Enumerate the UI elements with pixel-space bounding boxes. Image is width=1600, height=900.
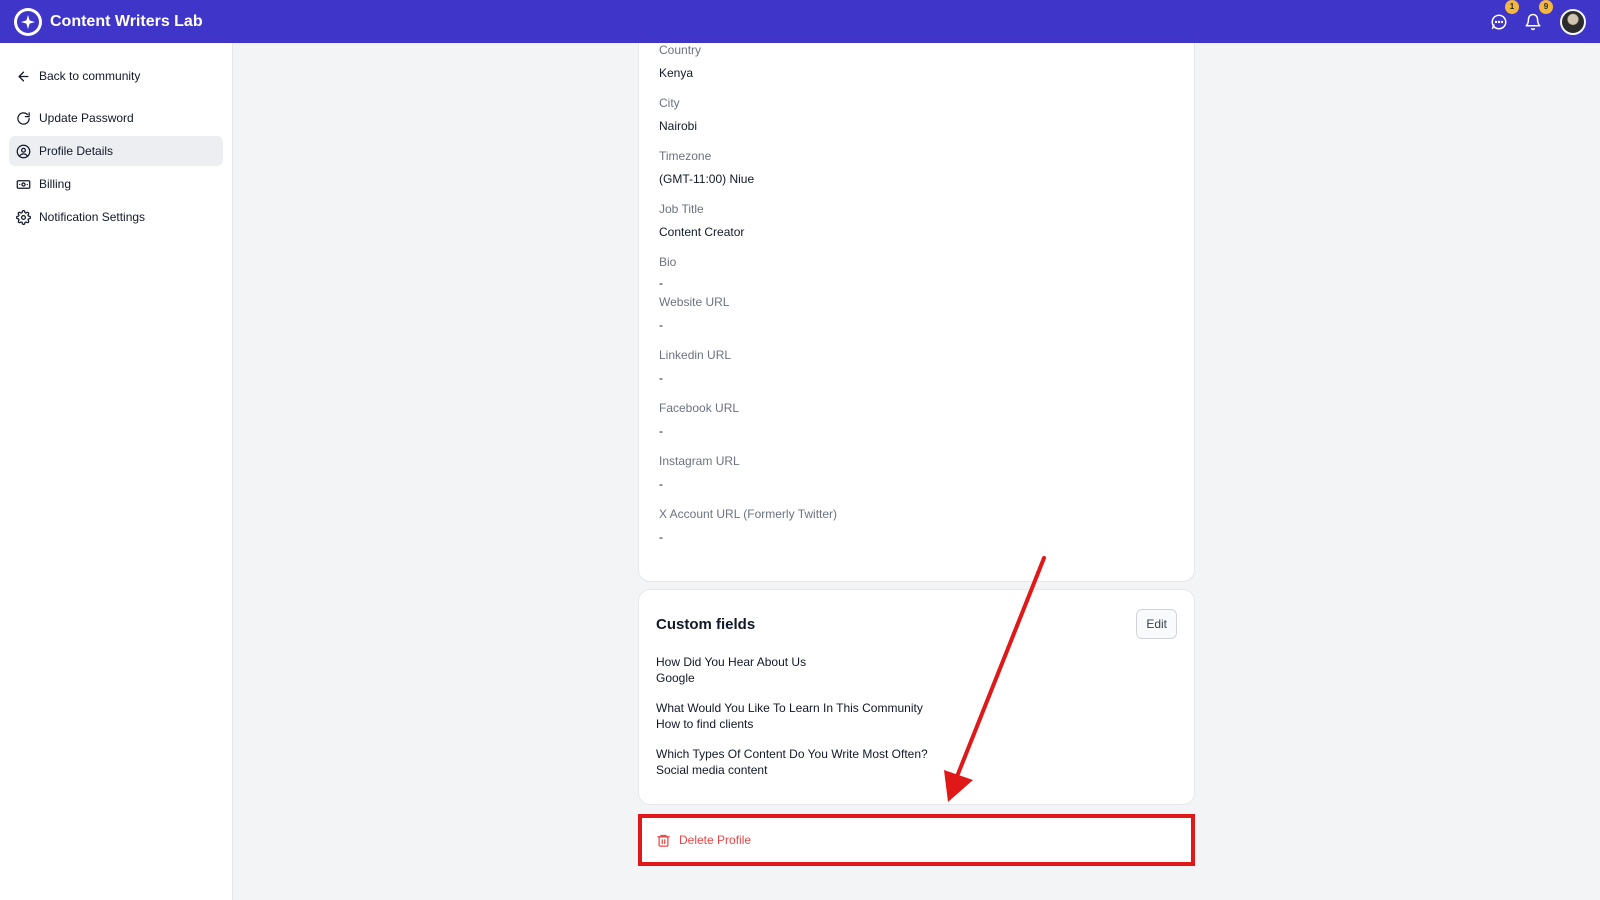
field-value: Nairobi [659,119,698,133]
gear-icon [16,209,31,225]
notifications-button[interactable]: 9 [1522,0,1553,33]
sidebar-item-update-password[interactable]: Update Password [9,103,223,133]
field-job-title: Job Title Content Creator [659,199,1174,252]
custom-field-question: What Would You Like To Learn In This Com… [656,701,923,715]
delete-profile-button[interactable]: Delete Profile [638,814,1195,866]
field-value: - [659,530,663,544]
top-bar: Content Writers Lab 1 9 [0,0,1600,43]
money-icon [16,179,31,189]
user-avatar[interactable] [1560,8,1586,35]
field-label: Website URL [659,295,730,309]
arrow-left-icon [18,71,29,81]
field-city: City Nairobi [659,93,1174,146]
field-value: - [659,424,663,438]
top-actions: 1 9 [1488,0,1586,43]
custom-field-item: What Would You Like To Learn In This Com… [656,700,1177,732]
refresh-icon [17,111,30,125]
sidebar-item-notification-settings[interactable]: Notification Settings [9,202,223,232]
field-label: X Account URL (Formerly Twitter) [659,507,838,521]
custom-field-item: Which Types Of Content Do You Write Most… [656,746,1177,778]
custom-field-item: How Did You Hear About Us Google [656,654,1177,686]
custom-field-answer: Social media content [656,763,768,777]
field-website-url: Website URL - [659,292,1174,345]
custom-fields-title: Custom fields [656,615,756,633]
custom-fields-header: Custom fields Edit [656,608,1177,640]
field-timezone: Timezone (GMT-11:00) Niue [659,146,1174,199]
field-label: Linkedin URL [659,348,732,362]
custom-field-answer: How to find clients [656,717,754,731]
sidebar-item-billing[interactable]: Billing [9,169,223,199]
chat-icon [1491,14,1507,29]
custom-field-question: How Did You Hear About Us [656,655,807,669]
notifications-badge: 9 [1539,0,1553,14]
field-label: Country [659,43,702,57]
field-label: Instagram URL [659,454,740,468]
trash-icon [657,834,670,847]
messages-button[interactable]: 1 [1488,0,1519,33]
settings-sidebar: Back to community Update Password Profil… [0,43,233,900]
custom-field-question: Which Types Of Content Do You Write Most… [656,747,928,761]
bell-icon [1525,13,1541,30]
field-value: - [659,477,663,491]
field-linkedin-url: Linkedin URL - [659,345,1174,398]
field-country: Country Kenya [659,40,1174,93]
brand[interactable]: Content Writers Lab [14,7,203,36]
field-x-account-url: X Account URL (Formerly Twitter) - [659,504,1174,557]
messages-badge: 1 [1505,0,1519,14]
field-bio: Bio - [659,252,1174,292]
back-label: Back to community [39,69,141,83]
edit-custom-fields-button[interactable]: Edit [1136,609,1177,639]
custom-fields-card: Custom fields Edit How Did You Hear Abou… [638,589,1195,805]
field-label: Bio [659,255,677,269]
field-value: - [659,318,663,332]
field-label: Facebook URL [659,401,740,415]
sidebar-item-label: Update Password [39,111,134,125]
field-label: City [659,96,680,110]
delete-profile-label: Delete Profile [679,833,752,847]
brand-name: Content Writers Lab [50,12,203,30]
user-circle-icon [16,144,31,158]
back-to-community-link[interactable]: Back to community [9,61,223,91]
field-instagram-url: Instagram URL - [659,451,1174,504]
field-label: Job Title [659,202,704,216]
field-value: - [659,276,663,290]
sidebar-item-profile-details[interactable]: Profile Details [9,136,223,166]
sidebar-item-label: Notification Settings [39,210,146,224]
sidebar-item-label: Billing [39,177,72,191]
field-value: - [659,371,663,385]
brand-logo-icon [14,7,42,36]
field-facebook-url: Facebook URL - [659,398,1174,451]
custom-field-answer: Google [656,671,695,685]
field-value: (GMT-11:00) Niue [659,172,755,186]
sidebar-item-label: Profile Details [39,144,114,158]
field-label: Timezone [659,149,712,163]
profile-details-card: Country Kenya City Nairobi Timezone (GMT… [638,43,1195,582]
field-value: Content Creator [659,225,745,239]
field-value: Kenya [659,66,694,80]
